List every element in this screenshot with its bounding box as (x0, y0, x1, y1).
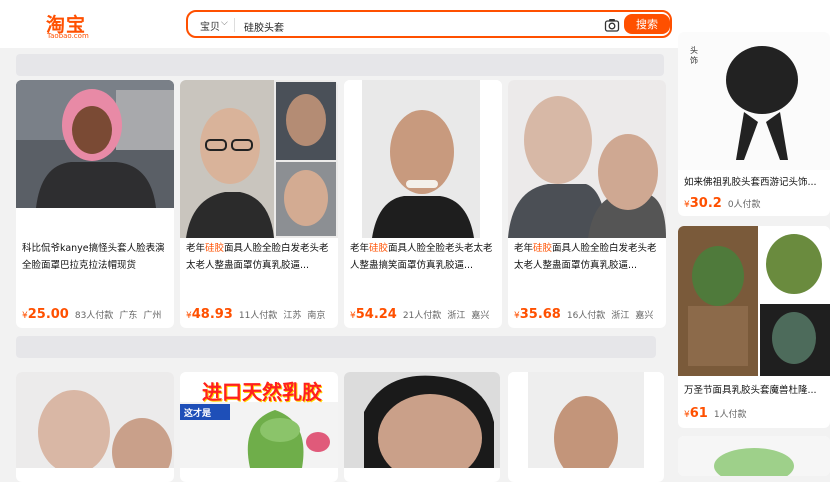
location-province: 浙江 (611, 311, 630, 321)
camera-search-icon[interactable] (604, 17, 620, 33)
product-image (180, 80, 338, 238)
price: 30.2 (689, 196, 722, 211)
sold-count: 83人付款 (74, 311, 114, 321)
location-city: 嘉兴 (635, 311, 654, 321)
product-image (508, 80, 666, 238)
product-card[interactable] (508, 372, 664, 482)
product-card[interactable]: 老年硅胶面具人脸全脸老头老太老人整蛊搞笑面罩仿真乳胶逼... ¥54.24 21人… (344, 80, 502, 328)
search-scope-dropdown[interactable]: 宝贝 (200, 18, 220, 33)
chevron-down-icon[interactable]: ⌵ (221, 18, 228, 28)
product-card[interactable]: 科比侃爷kanye搞怪头套人脸表演全脸面罩巴拉克拉法帽现货 ¥25.00 83人付… (16, 80, 174, 328)
location-city: 南京 (307, 311, 326, 321)
blurred-banner (16, 54, 664, 76)
product-card[interactable] (16, 372, 174, 482)
price-row: ¥54.24 21人付款 浙江 嘉兴 (350, 307, 490, 322)
price-row: ¥35.68 16人付款 浙江 嘉兴 (514, 307, 654, 322)
product-card[interactable] (344, 372, 500, 482)
product-title[interactable]: 老年硅胶面具人脸全脸白发老头老太老人整蛊面罩仿真乳胶逼... (186, 240, 336, 274)
price: 35.68 (519, 307, 561, 322)
side-box-label: 头饰 (690, 46, 698, 65)
price-row: ¥30.2 0人付款 (684, 196, 761, 211)
location-province: 浙江 (447, 311, 466, 321)
location-province: 江苏 (283, 311, 302, 321)
product-card[interactable]: 进口天然乳胶 这才是 (180, 372, 338, 482)
banner-tag: 这才是 (184, 409, 212, 419)
price: 25.00 (27, 307, 69, 322)
product-image (678, 32, 830, 170)
side-product-card[interactable] (678, 436, 830, 476)
location-province: 广东 (119, 311, 138, 321)
price-row: ¥25.00 83人付款 广东 广州 (22, 307, 162, 322)
search-input[interactable] (242, 15, 596, 37)
sold-count: 21人付款 (402, 311, 442, 321)
banner-text: 进口天然乳胶 (202, 380, 322, 404)
product-title[interactable]: 科比侃爷kanye搞怪头套人脸表演全脸面罩巴拉克拉法帽现货 (22, 240, 172, 274)
blurred-banner (16, 336, 656, 358)
side-product-card[interactable]: 头饰 如来佛祖乳胶头套西游记头饰... ¥30.2 0人付款 (678, 32, 830, 216)
search-bar: 宝贝 ⌵ 搜索 (186, 10, 672, 38)
side-product-card[interactable]: 万圣节面具乳胶头套魔兽杜隆... ¥61 1人付款 (678, 226, 830, 428)
product-image (508, 372, 664, 468)
product-image (344, 80, 502, 238)
taobao-logo[interactable]: 淘宝 Taobao.com (46, 10, 94, 40)
logo-subtext: Taobao.com (47, 32, 89, 40)
sold-count: 1人付款 (713, 410, 747, 420)
product-title[interactable]: 老年硅胶面具人脸全脸白发老头老太老人整蛊面罩仿真乳胶逼... (514, 240, 664, 274)
product-title[interactable]: 万圣节面具乳胶头套魔兽杜隆... (684, 382, 824, 399)
product-image (16, 372, 174, 468)
price: 54.24 (355, 307, 397, 322)
location-city: 广州 (143, 311, 162, 321)
price: 48.93 (191, 307, 233, 322)
sold-count: 11人付款 (238, 311, 278, 321)
product-image (344, 372, 500, 468)
product-image (678, 436, 830, 476)
product-image (678, 226, 830, 376)
price-row: ¥48.93 11人付款 江苏 南京 (186, 307, 326, 322)
price-row: ¥61 1人付款 (684, 406, 747, 421)
sold-count: 16人付款 (566, 311, 606, 321)
sold-count: 0人付款 (727, 200, 761, 210)
product-image (16, 80, 174, 208)
product-card[interactable]: 老年硅胶面具人脸全脸白发老头老太老人整蛊面罩仿真乳胶逼... ¥35.68 16人… (508, 80, 666, 328)
location-city: 嘉兴 (471, 311, 490, 321)
product-title[interactable]: 老年硅胶面具人脸全脸老头老太老人整蛊搞笑面罩仿真乳胶逼... (350, 240, 500, 274)
product-title[interactable]: 如来佛祖乳胶头套西游记头饰... (684, 174, 824, 191)
search-button[interactable]: 搜索 (624, 14, 670, 34)
product-card[interactable]: 老年硅胶面具人脸全脸白发老头老太老人整蛊面罩仿真乳胶逼... ¥48.93 11人… (180, 80, 338, 328)
divider (234, 18, 235, 32)
price: 61 (689, 406, 708, 421)
